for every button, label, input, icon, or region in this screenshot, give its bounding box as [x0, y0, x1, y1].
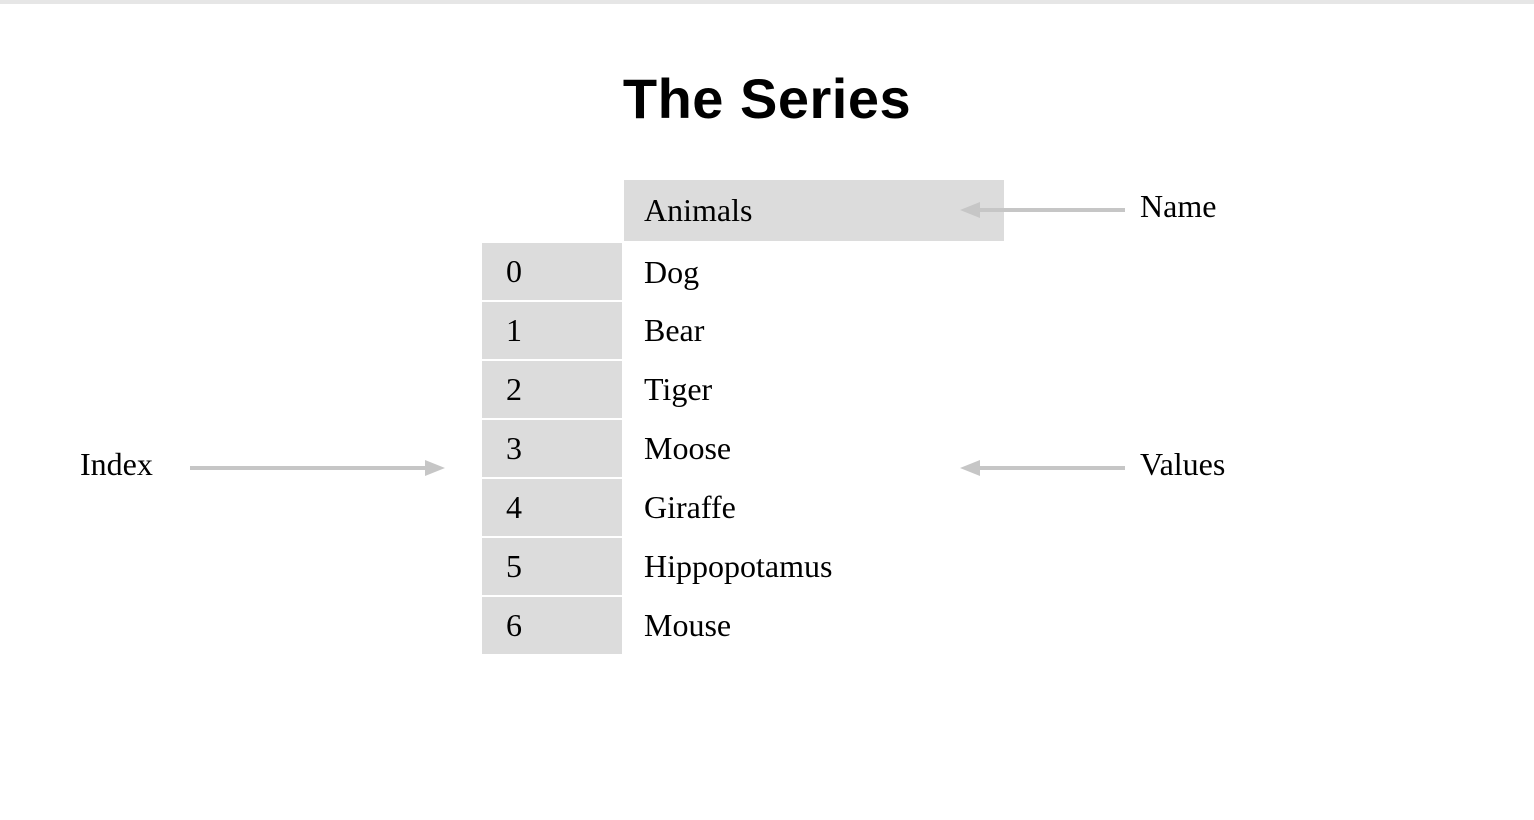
table-row: 4 Giraffe: [481, 478, 1005, 537]
index-cell: 4: [481, 478, 623, 537]
value-cell: Moose: [623, 419, 1005, 478]
value-cell: Tiger: [623, 360, 1005, 419]
page-title: The Series: [0, 66, 1534, 131]
label-name: Name: [1140, 188, 1216, 225]
value-cell: Dog: [623, 242, 1005, 301]
table-row: 2 Tiger: [481, 360, 1005, 419]
index-cell: 5: [481, 537, 623, 596]
value-cell: Mouse: [623, 596, 1005, 655]
series-name-cell: Animals: [623, 179, 1005, 242]
table-row: 5 Hippopotamus: [481, 537, 1005, 596]
table-row: 0 Dog: [481, 242, 1005, 301]
label-index: Index: [80, 446, 153, 483]
value-cell: Hippopotamus: [623, 537, 1005, 596]
value-cell: Giraffe: [623, 478, 1005, 537]
table-row: 1 Bear: [481, 301, 1005, 360]
index-cell: 3: [481, 419, 623, 478]
index-cell: 2: [481, 360, 623, 419]
top-divider: [0, 0, 1534, 4]
value-cell: Bear: [623, 301, 1005, 360]
index-cell: 6: [481, 596, 623, 655]
index-cell: 1: [481, 301, 623, 360]
table-row: 3 Moose: [481, 419, 1005, 478]
arrow-right-icon: [190, 458, 445, 478]
index-header-blank: [481, 179, 623, 242]
table-row: 6 Mouse: [481, 596, 1005, 655]
label-values: Values: [1140, 446, 1225, 483]
series-table: Animals 0 Dog 1 Bear 2 Tiger 3 Moose 4 G…: [480, 178, 1006, 656]
header-row: Animals: [481, 179, 1005, 242]
index-cell: 0: [481, 242, 623, 301]
